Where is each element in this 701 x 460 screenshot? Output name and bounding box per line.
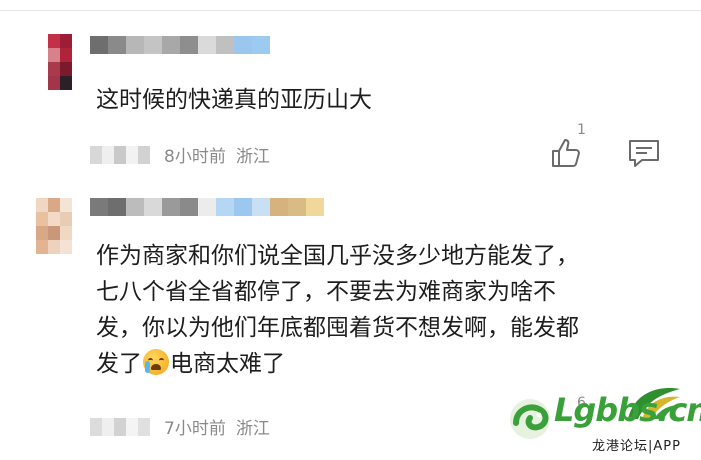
username-pixel bbox=[180, 198, 198, 216]
avatar-pixel bbox=[60, 48, 72, 62]
blurred-info bbox=[90, 417, 150, 436]
avatar-pixel bbox=[60, 240, 72, 254]
username-pixel bbox=[162, 36, 180, 54]
avatar-pixel bbox=[60, 34, 72, 48]
top-divider bbox=[0, 10, 701, 11]
avatar-pixel bbox=[60, 198, 72, 212]
avatar-pixel bbox=[36, 48, 48, 62]
username-pixel bbox=[126, 36, 144, 54]
username-blurred[interactable] bbox=[90, 198, 324, 216]
location: 浙江 bbox=[235, 419, 270, 439]
avatar-pixel bbox=[48, 62, 60, 76]
comment-text-tail: 电商太难了 bbox=[170, 351, 285, 377]
comment-text-main: 作为商家和你们说全国几乎没多少地方能发了， 七八个省全省都停了，不要去为难商家为… bbox=[96, 243, 579, 377]
username-pixel bbox=[126, 198, 144, 216]
avatar-pixel bbox=[36, 62, 48, 76]
avatar-pixel bbox=[36, 198, 48, 212]
avatar-pixel bbox=[36, 76, 48, 90]
username-blurred[interactable] bbox=[90, 36, 270, 54]
site-name: Lgbbs.cn bbox=[554, 391, 701, 429]
site-watermark-logo: Lgbbs.cn 龙港论坛|APP bbox=[506, 385, 701, 455]
timestamp: 7小时前 bbox=[164, 419, 226, 439]
username-pixel bbox=[162, 198, 180, 216]
like-count: 1 bbox=[577, 122, 586, 138]
username-pixel bbox=[198, 36, 216, 54]
avatar-pixel bbox=[48, 240, 60, 254]
username-pixel bbox=[144, 198, 162, 216]
avatar-pixel bbox=[60, 62, 72, 76]
username-pixel bbox=[180, 36, 198, 54]
crying-emoji-icon bbox=[143, 349, 169, 375]
username-pixel bbox=[234, 198, 252, 216]
avatar[interactable] bbox=[36, 198, 72, 254]
avatar-pixel bbox=[36, 226, 48, 240]
avatar-pixel bbox=[48, 48, 60, 62]
username-pixel bbox=[270, 198, 288, 216]
avatar-pixel bbox=[48, 212, 60, 226]
username-pixel bbox=[234, 36, 252, 54]
username-pixel bbox=[252, 36, 270, 54]
avatar-pixel bbox=[36, 240, 48, 254]
username-pixel bbox=[198, 198, 216, 216]
avatar-pixel bbox=[48, 198, 60, 212]
avatar[interactable] bbox=[36, 34, 72, 90]
dragon-logo-icon bbox=[510, 399, 550, 439]
blurred-info bbox=[90, 145, 150, 164]
avatar-pixel bbox=[48, 34, 60, 48]
like-icon[interactable] bbox=[550, 137, 584, 169]
comment-meta: 7小时前 浙江 bbox=[90, 414, 270, 439]
username-pixel bbox=[90, 36, 108, 54]
avatar-pixel bbox=[36, 212, 48, 226]
avatar-pixel bbox=[48, 226, 60, 240]
avatar-pixel bbox=[60, 212, 72, 226]
site-subtitle: 龙港论坛|APP bbox=[592, 439, 681, 454]
avatar-pixel bbox=[36, 34, 48, 48]
username-pixel bbox=[288, 198, 306, 216]
timestamp: 8小时前 bbox=[164, 147, 226, 167]
username-pixel bbox=[306, 198, 324, 216]
comment-meta: 8小时前 浙江 bbox=[90, 142, 270, 167]
username-pixel bbox=[252, 198, 270, 216]
avatar-pixel bbox=[60, 226, 72, 240]
avatar-pixel bbox=[60, 76, 72, 90]
location: 浙江 bbox=[235, 147, 270, 167]
username-pixel bbox=[108, 36, 126, 54]
username-pixel bbox=[216, 198, 234, 216]
username-pixel bbox=[90, 198, 108, 216]
comment-text: 这时候的快递真的亚历山大 bbox=[96, 87, 372, 113]
comment-text: 作为商家和你们说全国几乎没多少地方能发了， 七八个省全省都停了，不要去为难商家为… bbox=[96, 238, 676, 382]
username-pixel bbox=[216, 36, 234, 54]
username-pixel bbox=[108, 198, 126, 216]
username-pixel bbox=[144, 36, 162, 54]
reply-icon[interactable] bbox=[627, 138, 661, 170]
avatar-pixel bbox=[48, 76, 60, 90]
